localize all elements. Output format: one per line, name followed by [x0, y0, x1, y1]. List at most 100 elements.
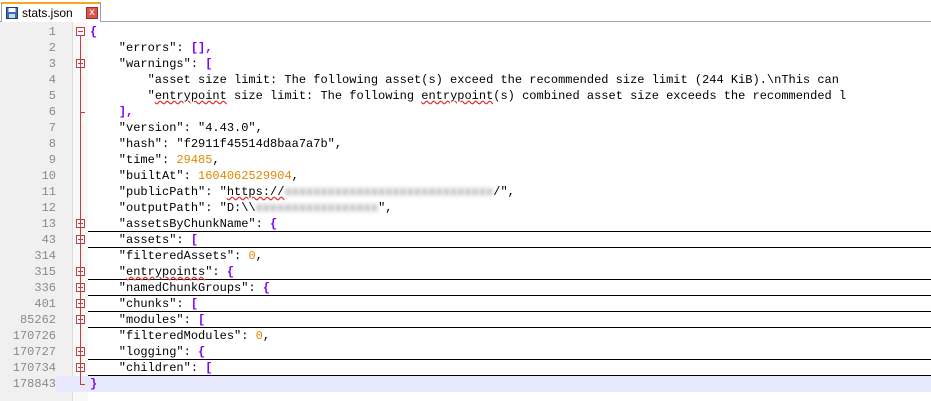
- code-token: [: [205, 361, 213, 375]
- code-line[interactable]: 85262 "modules": [: [0, 312, 931, 328]
- code-text: "namedChunkGroups": {: [90, 280, 270, 296]
- code-line[interactable]: 170734 "children": [: [0, 360, 931, 376]
- fold-end-marker: [80, 384, 85, 385]
- code-line[interactable]: 6 ],: [0, 104, 931, 120]
- code-line[interactable]: 1{: [0, 24, 931, 40]
- line-number: 315: [34, 265, 56, 279]
- code-text: "entrypoint size limit: The following en…: [90, 88, 847, 104]
- line-number: 170727: [12, 345, 56, 359]
- code-token: ,: [291, 169, 299, 183]
- code-token: "version": "4.43.0",: [90, 121, 263, 135]
- code-text: "outputPath": "D:\\xxxxxxxxxxxxxxxxx",: [90, 200, 393, 216]
- code-token: 1604062529904: [198, 169, 292, 183]
- code-line[interactable]: 43 "assets": [: [0, 232, 931, 248]
- tab-stats-json[interactable]: stats.json x: [1, 2, 101, 22]
- code-token: {: [198, 345, 206, 359]
- code-token: entrypoints: [126, 265, 206, 279]
- code-text: "publicPath": "https://xxxxxxxxxxxxxxxxx…: [90, 184, 515, 200]
- line-number: 11: [41, 185, 56, 199]
- code-token: "children":: [90, 361, 206, 375]
- code-line[interactable]: 13 "assetsByChunkName": {: [0, 216, 931, 232]
- code-line[interactable]: 170726 "filteredModules": 0,: [0, 328, 931, 344]
- code-token: ,: [262, 329, 271, 343]
- code-token: "outputPath": "D:\\: [90, 201, 256, 215]
- code-token: xxxxxxxxxxxxxxxxx: [255, 201, 379, 215]
- code-token: "filteredAssets":: [90, 249, 249, 263]
- line-number: 12: [41, 201, 56, 215]
- line-number: 3: [48, 57, 56, 71]
- code-text: }: [90, 376, 97, 392]
- code-token: https://: [226, 185, 285, 199]
- code-line[interactable]: 5 "entrypoint size limit: The following …: [0, 88, 931, 104]
- code-token: {: [226, 265, 235, 279]
- code-token: {: [270, 217, 278, 231]
- code-line[interactable]: 178843}: [0, 376, 931, 392]
- code-text: "logging": {: [90, 344, 205, 360]
- code-token: size limit: The following: [226, 89, 422, 103]
- code-line[interactable]: 3 "warnings": [: [0, 56, 931, 72]
- code-line[interactable]: 12 "outputPath": "D:\\xxxxxxxxxxxxxxxxx"…: [0, 200, 931, 216]
- code-token: entrypoint: [421, 89, 494, 103]
- code-text: "children": [: [90, 360, 213, 376]
- close-icon[interactable]: x: [86, 7, 98, 19]
- code-token: "namedChunkGroups":: [90, 281, 263, 295]
- code-token: [: [205, 57, 213, 71]
- code-text: "entrypoints": {: [90, 264, 234, 280]
- line-number: 6: [48, 105, 56, 119]
- code-line[interactable]: 336 "namedChunkGroups": {: [0, 280, 931, 296]
- code-token: [],: [190, 41, 213, 55]
- code-line[interactable]: 170727 "logging": {: [0, 344, 931, 360]
- code-text: "version": "4.43.0",: [90, 120, 263, 136]
- code-token: ",: [378, 201, 393, 215]
- code-line[interactable]: 4 "asset size limit: The following asset…: [0, 72, 931, 88]
- line-number: 336: [34, 281, 56, 295]
- code-editor[interactable]: 1{2 "errors": [], 3 "warnings": [4 "asset…: [0, 22, 931, 401]
- code-token: "filteredModules":: [90, 329, 256, 343]
- fold-end-marker: [80, 112, 85, 113]
- code-token: ":: [205, 265, 227, 279]
- code-text: "modules": [: [90, 312, 205, 328]
- code-token: ": [90, 89, 155, 103]
- code-token: ": [90, 265, 127, 279]
- code-text: "filteredModules": 0,: [90, 328, 270, 344]
- code-token: ],: [118, 105, 134, 119]
- code-token: ,: [255, 249, 263, 263]
- line-number: 7: [48, 121, 56, 135]
- code-text: "asset size limit: The following asset(s…: [90, 72, 839, 88]
- code-line[interactable]: 10 "builtAt": 1604062529904,: [0, 168, 931, 184]
- line-number: 10: [41, 169, 56, 183]
- line-number: 5: [48, 89, 56, 103]
- code-text: "builtAt": 1604062529904,: [90, 168, 299, 184]
- code-line[interactable]: 401 "chunks": [: [0, 296, 931, 312]
- line-number: 85262: [19, 313, 56, 327]
- line-number: 4: [48, 73, 56, 87]
- code-text: "hash": "f2911f45514d8baa7a7b",: [90, 136, 342, 152]
- tab-filename: stats.json: [22, 6, 73, 20]
- code-token: [: [190, 297, 199, 311]
- code-line[interactable]: 11 "publicPath": "https://xxxxxxxxxxxxxx…: [0, 184, 931, 200]
- code-line[interactable]: 314 "filteredAssets": 0,: [0, 248, 931, 264]
- line-number: 8: [48, 137, 56, 151]
- code-token: /",: [493, 185, 515, 199]
- fold-guide: [80, 68, 81, 112]
- code-line[interactable]: 2 "errors": [],: [0, 40, 931, 56]
- line-number: 9: [48, 153, 56, 167]
- code-token: [: [190, 233, 199, 247]
- code-text: "assets": [: [90, 232, 198, 248]
- code-token: "warnings":: [90, 57, 206, 71]
- code-token: "assets":: [90, 233, 191, 247]
- code-text: {: [90, 24, 97, 40]
- code-line[interactable]: 8 "hash": "f2911f45514d8baa7a7b",: [0, 136, 931, 152]
- code-text: "warnings": [: [90, 56, 213, 72]
- code-line[interactable]: 7 "version": "4.43.0",: [0, 120, 931, 136]
- code-line[interactable]: 315 "entrypoints": {: [0, 264, 931, 280]
- code-text: "time": 29485,: [90, 152, 220, 168]
- fold-minus-icon[interactable]: [76, 27, 85, 36]
- code-line[interactable]: 9 "time": 29485,: [0, 152, 931, 168]
- code-token: "hash": "f2911f45514d8baa7a7b",: [90, 137, 343, 151]
- code-token: "time":: [90, 153, 177, 167]
- code-token: "errors":: [90, 41, 191, 55]
- code-token: "builtAt":: [90, 169, 199, 183]
- code-token: "asset size limit: The following asset(s…: [90, 73, 839, 87]
